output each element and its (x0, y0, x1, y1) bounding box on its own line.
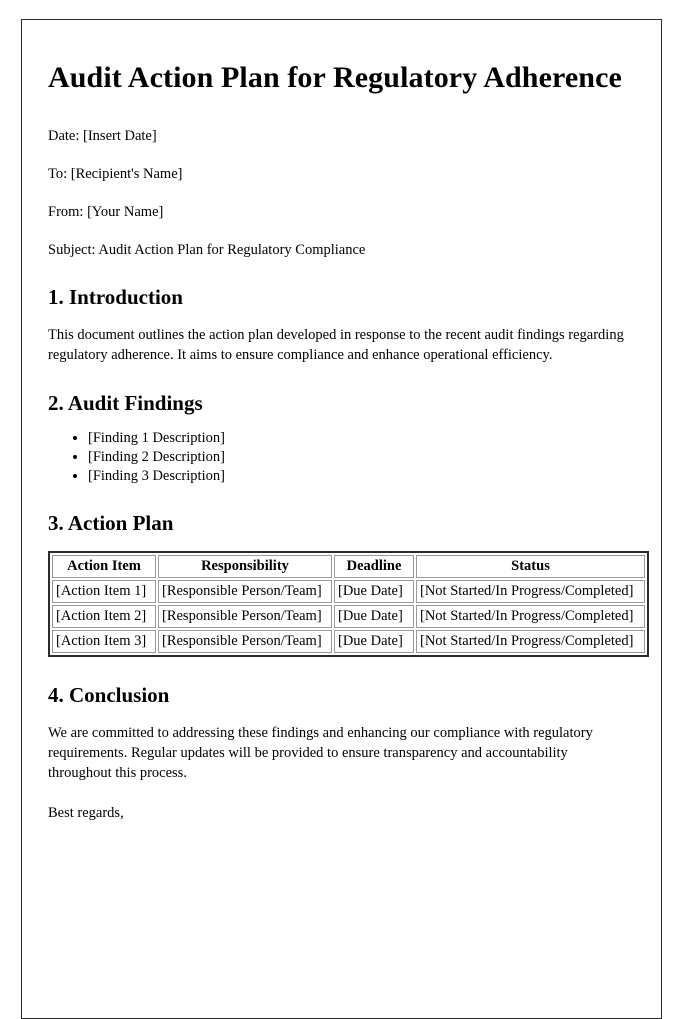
introduction-paragraph: This document outlines the action plan d… (48, 327, 624, 364)
cell-status: [Not Started/In Progress/Completed] (416, 604, 645, 628)
list-item: [Finding 1 Description] (88, 429, 635, 448)
conclusion-paragraph: We are committed to addressing these fin… (48, 724, 593, 781)
cell-status: [Not Started/In Progress/Completed] (416, 629, 645, 653)
page-title: Audit Action Plan for Regulatory Adheren… (48, 61, 622, 94)
signoff-text: Best regards, (48, 804, 124, 821)
cell-deadline: [Due Date] (334, 629, 414, 653)
meta-sender: From: [Your Name] (48, 203, 164, 220)
list-item: [Finding 3 Description] (88, 467, 635, 486)
column-header-deadline: Deadline (334, 555, 414, 579)
section-heading-conclusion: 4. Conclusion (48, 682, 170, 707)
meta-date: Date: [Insert Date] (48, 127, 157, 144)
section-heading-introduction: 1. Introduction (48, 285, 183, 310)
action-plan-table: Action Item Responsibility Deadline Stat… (48, 551, 649, 657)
list-item: [Finding 2 Description] (88, 448, 635, 467)
table-header-row: Action Item Responsibility Deadline Stat… (52, 555, 645, 579)
table-row: [Action Item 3] [Responsible Person/Team… (52, 629, 645, 653)
cell-status: [Not Started/In Progress/Completed] (416, 580, 645, 603)
cell-deadline: [Due Date] (334, 604, 414, 628)
cell-responsibility: [Responsible Person/Team] (158, 604, 332, 628)
table-row: [Action Item 2] [Responsible Person/Team… (52, 604, 645, 628)
meta-subject: Subject: Audit Action Plan for Regulator… (48, 241, 366, 258)
cell-responsibility: [Responsible Person/Team] (158, 580, 332, 603)
section-heading-action-plan: 3. Action Plan (48, 511, 174, 536)
cell-action-item: [Action Item 2] (52, 604, 156, 628)
cell-action-item: [Action Item 1] (52, 580, 156, 603)
column-header-responsibility: Responsibility (158, 555, 332, 579)
section-heading-audit-findings: 2. Audit Findings (48, 391, 203, 416)
cell-deadline: [Due Date] (334, 580, 414, 603)
audit-findings-list: [Finding 1 Description] [Finding 2 Descr… (48, 429, 635, 485)
document-page: Audit Action Plan for Regulatory Adheren… (21, 19, 662, 1019)
cell-responsibility: [Responsible Person/Team] (158, 629, 332, 653)
meta-recipient: To: [Recipient's Name] (48, 165, 183, 182)
column-header-action-item: Action Item (52, 555, 156, 579)
column-header-status: Status (416, 555, 645, 579)
table-row: [Action Item 1] [Responsible Person/Team… (52, 580, 645, 603)
cell-action-item: [Action Item 3] (52, 629, 156, 653)
